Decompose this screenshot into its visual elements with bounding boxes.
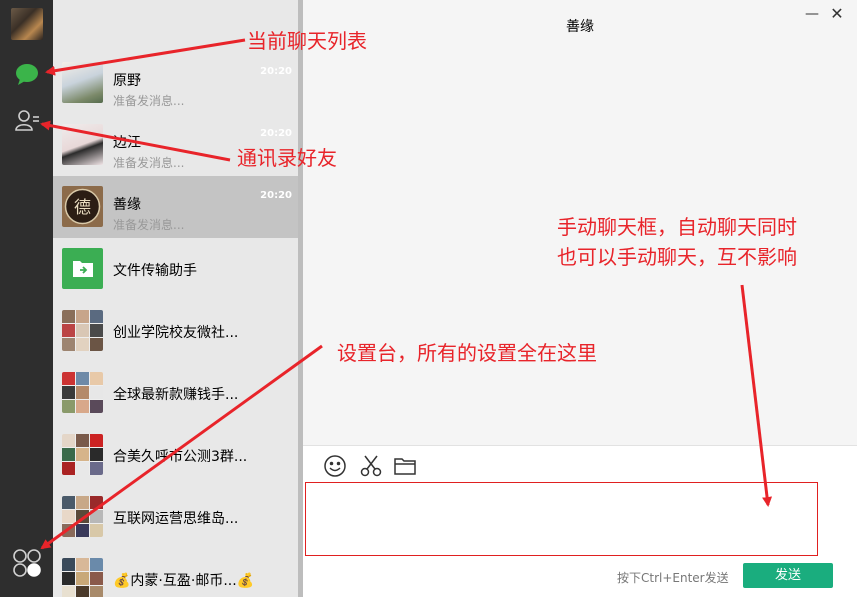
group-avatar: [62, 496, 103, 537]
chat-item-group[interactable]: 互联网运营思维岛...: [53, 486, 298, 548]
contact-avatar: 德: [62, 186, 103, 227]
folder-icon[interactable]: [393, 454, 417, 478]
compose-area: 按下Ctrl+Enter发送 发送: [303, 445, 857, 597]
chat-item-group[interactable]: 全球最新款赚钱手...: [53, 362, 298, 424]
message-input[interactable]: [305, 482, 818, 556]
annotation-chat-list: 当前聊天列表: [247, 29, 367, 53]
annotation-contacts: 通讯录好友: [237, 146, 337, 170]
self-avatar[interactable]: [11, 8, 43, 40]
group-avatar: [62, 372, 103, 413]
side-rail: [0, 0, 53, 597]
emoji-icon[interactable]: [323, 454, 347, 478]
contacts-icon[interactable]: [14, 108, 40, 134]
scissors-icon[interactable]: [359, 454, 383, 478]
group-avatar: [62, 434, 103, 475]
chat-name: 合美久呼市公测3群...: [113, 449, 248, 465]
chat-preview: 准备发消息...: [113, 156, 185, 170]
contact-avatar: [62, 124, 103, 165]
chat-name: 💰内蒙·互盈·邮币...💰: [113, 573, 255, 589]
chat-item-group[interactable]: 创业学院校友微社...: [53, 300, 298, 362]
chat-item-shanyuan[interactable]: 德 善缘 准备发消息... 20:20: [53, 176, 298, 238]
annotation-settings: 设置台，所有的设置全在这里: [337, 341, 597, 365]
chat-item-yuanye[interactable]: 原野 准备发消息... 20:20: [53, 52, 298, 114]
svg-text:德: 德: [74, 198, 91, 218]
settings-icon[interactable]: [12, 548, 42, 578]
chat-time: 20:20: [260, 190, 292, 201]
group-avatar: [62, 558, 103, 597]
annotation-manual-chat-2: 也可以手动聊天，互不影响: [557, 245, 797, 269]
chat-name: 创业学院校友微社...: [113, 325, 239, 341]
chat-name: 文件传输助手: [113, 263, 197, 279]
chat-item-file-transfer[interactable]: 文件传输助手: [53, 238, 298, 300]
close-icon[interactable]: ✕: [830, 6, 844, 22]
chat-title: 善缘: [566, 19, 594, 35]
send-hint: 按下Ctrl+Enter发送: [617, 571, 729, 585]
chat-name: 善缘: [113, 197, 141, 213]
chat-preview: 准备发消息...: [113, 218, 185, 232]
chat-preview: 准备发消息...: [113, 94, 185, 108]
minimize-icon[interactable]: —: [805, 7, 819, 21]
send-button[interactable]: 发送: [743, 563, 833, 588]
chat-name: 全球最新款赚钱手...: [113, 387, 239, 403]
file-transfer-icon: [62, 248, 103, 289]
chat-time: 20:20: [260, 66, 292, 77]
chat-list: 原野 准备发消息... 20:20 边江 准备发消息... 20:20 德 善缘…: [53, 0, 303, 597]
chat-item-group[interactable]: 合美久呼市公测3群...: [53, 424, 298, 486]
chat-name: 原野: [113, 73, 141, 89]
contact-avatar: [62, 62, 103, 103]
chat-time: 20:20: [260, 128, 292, 139]
chat-bubble-icon[interactable]: [14, 61, 40, 87]
group-avatar: [62, 310, 103, 351]
chat-item-group[interactable]: 💰内蒙·互盈·邮币...💰: [53, 548, 298, 597]
chat-name: 边江: [113, 135, 141, 151]
chat-window: 善缘 — ✕ 按下Ctrl+Enter发送 发送: [303, 0, 857, 597]
annotation-manual-chat-1: 手动聊天框，自动聊天同时: [557, 215, 797, 239]
chat-name: 互联网运营思维岛...: [113, 511, 239, 527]
